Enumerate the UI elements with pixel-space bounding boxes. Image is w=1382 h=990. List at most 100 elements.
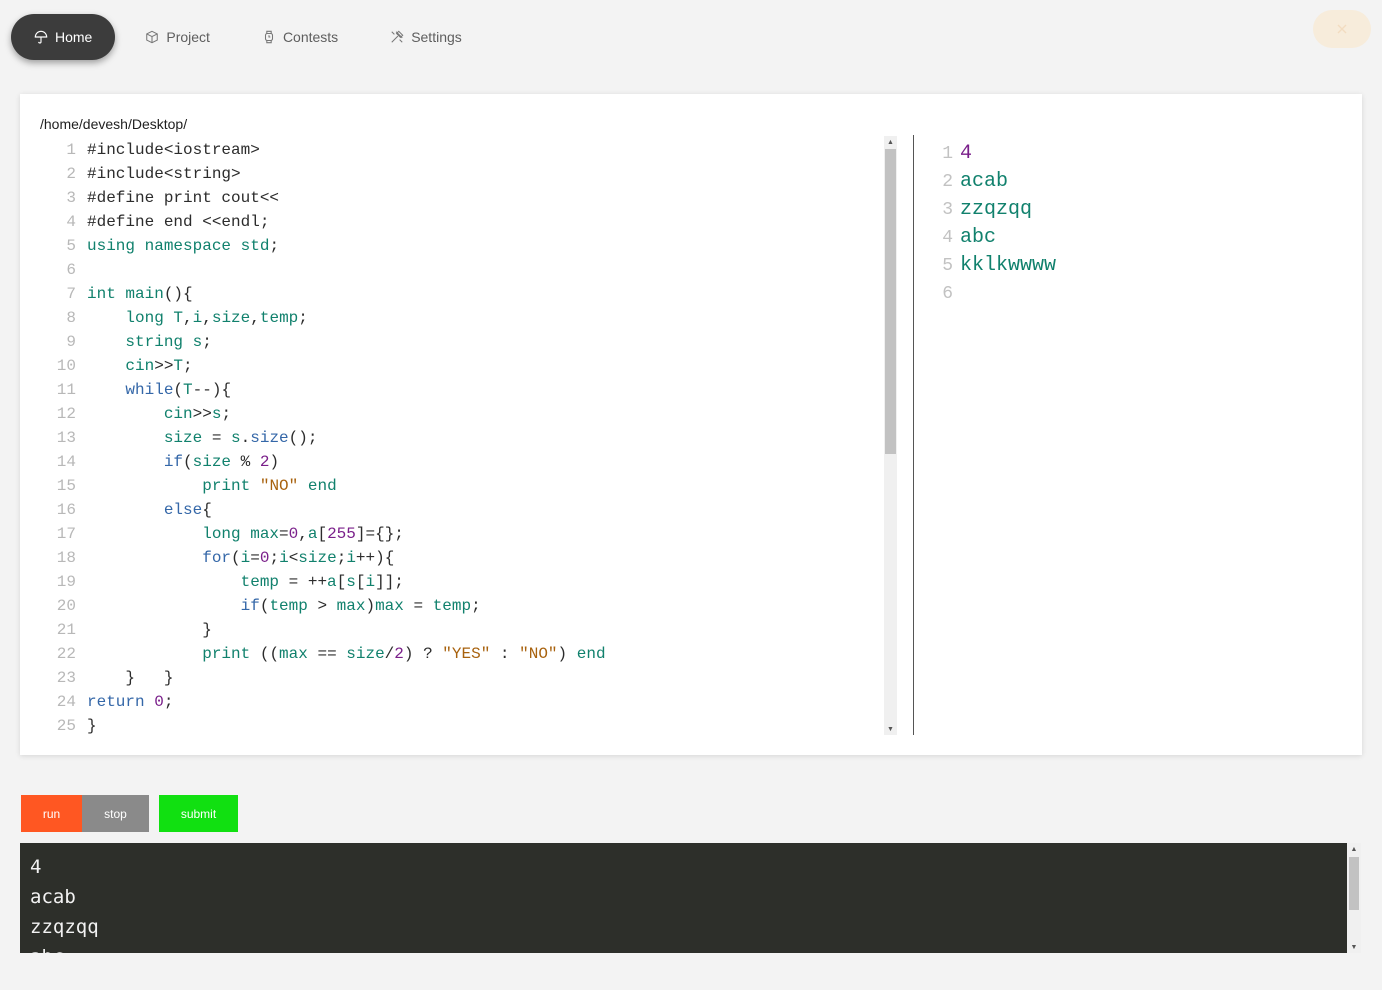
scroll-up-arrow-icon[interactable]: ▲ [1347, 843, 1361, 855]
line-number: 15 [56, 477, 76, 495]
scroll-down-arrow-icon[interactable]: ▼ [884, 723, 897, 735]
code-line: 24 return 0; [40, 690, 883, 714]
code-text: #include<iostream> [87, 138, 260, 162]
code-text: int main(){ [87, 282, 193, 306]
code-token: max [375, 597, 404, 615]
scrollbar-thumb[interactable] [1349, 857, 1359, 910]
console-line: 4 [30, 856, 42, 878]
input-text: zzqzqq [960, 198, 1033, 221]
code-token: T [183, 381, 193, 399]
code-token: s [231, 429, 241, 447]
code-text: size = s.size(); [87, 426, 318, 450]
code-token: long T [125, 309, 184, 327]
code-token: ; [298, 309, 308, 327]
nav-project[interactable]: Project [123, 14, 232, 60]
code-token: temp [240, 573, 280, 591]
input-text: acab [960, 170, 1009, 193]
line-number: 3 [942, 200, 953, 220]
code-token: T [173, 357, 184, 375]
code-token: , [202, 309, 212, 327]
code-token: end [576, 645, 606, 663]
code-token: ; [163, 693, 174, 711]
code-token: = [279, 525, 289, 543]
code-line: 25} [40, 714, 883, 735]
input-line: 6 [936, 280, 1336, 308]
console-scrollbar[interactable]: ▲ ▼ [1347, 843, 1361, 953]
code-token: end [307, 477, 337, 495]
code-text: cin>>T; [87, 354, 193, 378]
line-number: 6 [942, 284, 953, 304]
code-line: 9 string s; [40, 330, 883, 354]
nav-contests[interactable]: Contests [240, 14, 360, 60]
input-editor[interactable]: 1 4 2 acab 3 zzqzqq 4 abc 5 kklkwwww 6 [936, 140, 1336, 308]
line-number: 21 [56, 621, 76, 639]
code-token: ; [269, 237, 280, 255]
code-text: } [87, 618, 212, 642]
code-text: else{ [87, 498, 212, 522]
pane-divider [913, 135, 914, 735]
code-line: 21 } [40, 618, 883, 642]
code-token: = [202, 429, 232, 447]
line-number: 17 [56, 525, 76, 543]
line-number: 20 [56, 597, 76, 615]
code-token: ; [183, 357, 193, 375]
code-token: i [279, 549, 289, 567]
submit-button[interactable]: submit [159, 795, 238, 832]
line-number: 10 [56, 357, 76, 375]
run-button[interactable]: run [21, 795, 82, 832]
code-line: 7 int main(){ [40, 282, 883, 306]
code-token: >> [154, 357, 174, 375]
code-text: #define end <<endl; [87, 210, 269, 234]
close-button[interactable] [1313, 10, 1371, 48]
code-token: ; [336, 549, 347, 567]
scrollbar-thumb[interactable] [885, 149, 896, 454]
output-console[interactable]: 4 acab zzqzqq abc [20, 843, 1347, 953]
code-token: = ++ [279, 573, 328, 591]
scroll-up-arrow-icon[interactable]: ▲ [884, 136, 897, 148]
stop-button[interactable]: stop [82, 795, 149, 832]
code-token: ; [269, 549, 280, 567]
code-token: ; [202, 333, 212, 351]
code-token: / [384, 645, 395, 663]
code-editor-scrollbar[interactable]: ▲ ▼ [884, 136, 897, 735]
code-token: i [240, 549, 251, 567]
line-number: 25 [56, 717, 76, 735]
code-editor[interactable]: 1 #include<iostream> 2 #include<string> 3 #de… [40, 138, 883, 735]
cube-icon [146, 30, 159, 44]
code-line: 18 for(i=0;i<size;i++){ [40, 546, 883, 570]
line-number: 4 [66, 213, 76, 231]
code-token: (){ [163, 285, 193, 303]
code-token: #include<string> [87, 165, 241, 183]
nav-home[interactable]: Home [11, 14, 116, 60]
code-token: long max [202, 525, 280, 543]
nav-settings[interactable]: Settings [368, 14, 484, 60]
code-token: >> [192, 405, 212, 423]
line-number: 23 [56, 669, 76, 687]
code-token: 2 [394, 645, 404, 663]
code-line: 12 cin>>s; [40, 402, 883, 426]
scroll-down-arrow-icon[interactable]: ▼ [1347, 941, 1361, 953]
line-number: 24 [56, 693, 76, 711]
code-line: 6 [40, 258, 883, 282]
line-number: 4 [942, 228, 953, 248]
line-number: 5 [66, 237, 76, 255]
code-token: 2 [259, 453, 270, 471]
code-token: if [163, 453, 184, 471]
code-token: s [211, 405, 222, 423]
code-token: % [231, 453, 260, 471]
code-line: 19 temp = ++a[s[i]]; [40, 570, 883, 594]
line-number: 11 [56, 381, 76, 399]
code-text: for(i=0;i<size;i++){ [87, 546, 394, 570]
code-token: size [211, 309, 251, 327]
code-text: } } [87, 666, 173, 690]
console-line: acab [30, 886, 76, 908]
input-line: 3 zzqzqq [936, 196, 1336, 224]
input-line: 5 kklkwwww [936, 252, 1336, 280]
code-token: ++){ [355, 549, 395, 567]
code-token: i [192, 309, 203, 327]
